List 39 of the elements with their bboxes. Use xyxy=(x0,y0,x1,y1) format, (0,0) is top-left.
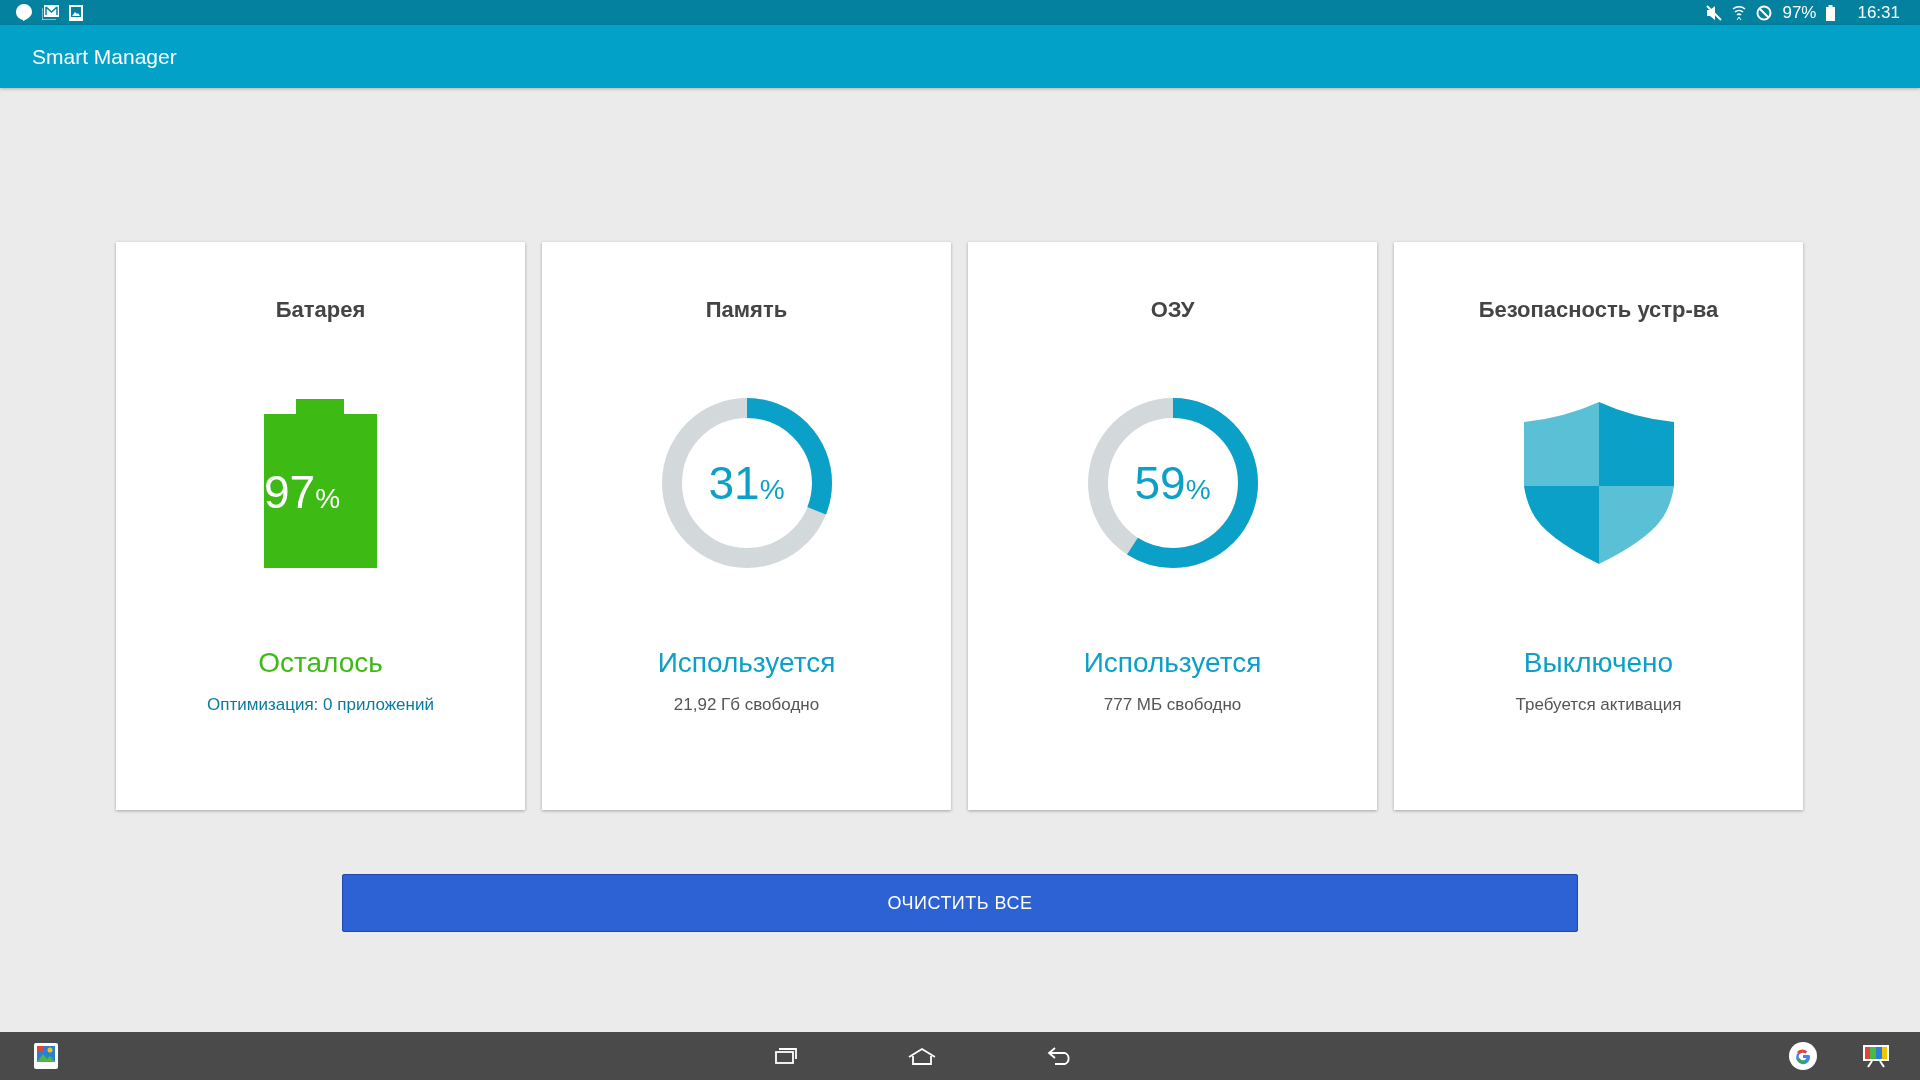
status-label: Используется xyxy=(1083,647,1262,679)
picture-icon xyxy=(69,4,83,21)
gallery-app-icon[interactable] xyxy=(34,1043,58,1069)
percent-sign: % xyxy=(315,482,341,515)
card-title: Батарея xyxy=(275,297,366,323)
card-title: Безопасность устр-ва xyxy=(1478,297,1719,323)
clock-time: 16:31 xyxy=(1857,2,1900,23)
home-icon[interactable] xyxy=(906,1047,937,1065)
status-label: Используется xyxy=(657,647,836,679)
summary-card[interactable]: ОЗУ 59% Используется 777 МБ свободно xyxy=(968,242,1377,810)
google-icon[interactable] xyxy=(1789,1042,1817,1070)
card-title: ОЗУ xyxy=(1150,297,1195,323)
card-subtitle: 21,92 Гб свободно xyxy=(673,695,820,715)
status-label: Выключено xyxy=(1523,647,1674,679)
card-subtitle: Требуется активация xyxy=(1515,695,1682,715)
chat-bubble-icon xyxy=(16,4,32,21)
summary-card[interactable]: Память 31% Используется 21,92 Гб свободно xyxy=(542,242,951,810)
percent-sign: % xyxy=(1185,474,1211,506)
recent-apps-icon[interactable] xyxy=(774,1048,797,1064)
percent-value: 59 xyxy=(1134,456,1186,510)
battery-percent: 97% xyxy=(1782,2,1817,23)
battery-icon xyxy=(1826,4,1836,21)
summary-card[interactable]: Безопасность устр-ва Выключено Требуется активация xyxy=(1394,242,1803,810)
card-title: Память xyxy=(705,297,788,323)
clean-all-button[interactable]: ОЧИСТИТЬ ВСЕ xyxy=(342,874,1578,932)
card-subtitle: 777 МБ свободно xyxy=(1103,695,1242,715)
summary-card[interactable]: Батарея 97% Осталось Оптимизация: 0 приложений xyxy=(116,242,525,810)
wifi-icon xyxy=(1732,4,1747,21)
mail-icon xyxy=(42,5,59,20)
screen-mirroring-icon[interactable] xyxy=(1862,1044,1890,1068)
status-label: Осталось xyxy=(258,647,383,679)
app-title: Smart Manager xyxy=(32,44,177,69)
shield-icon xyxy=(1523,402,1674,564)
blocked-icon xyxy=(1756,4,1773,21)
percent-value: 97 xyxy=(264,464,316,519)
mute-icon xyxy=(1706,4,1723,21)
percent-sign: % xyxy=(759,474,785,506)
optimization-link[interactable]: Оптимизация: 0 приложений xyxy=(207,695,434,715)
percent-value: 31 xyxy=(708,456,760,510)
